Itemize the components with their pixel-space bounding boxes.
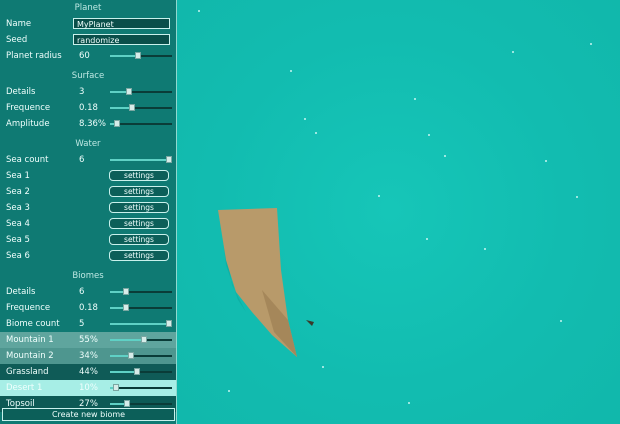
surface-details-value: 3 (79, 87, 85, 97)
biome-details-slider[interactable] (110, 288, 172, 295)
sea-settings-button[interactable]: settings (109, 170, 169, 181)
settings-panel: Planet Name MyPlanet Seed randomize Plan… (0, 0, 177, 424)
planet-radius-label: Planet radius (6, 51, 62, 61)
planet-name-row: Name MyPlanet (0, 16, 176, 32)
sea-count-value: 6 (79, 155, 85, 165)
seed-label: Seed (6, 35, 28, 45)
slider-thumb[interactable] (134, 368, 141, 375)
biome-frequence-slider[interactable] (110, 304, 172, 311)
biome-details-row: Details 6 (0, 284, 176, 300)
biome-details-label: Details (6, 287, 36, 297)
slider-thumb[interactable] (128, 352, 135, 359)
sea-count-slider[interactable] (110, 156, 172, 163)
biome-details-value: 6 (79, 287, 85, 297)
slider-thumb[interactable] (123, 400, 130, 407)
biome-item-row: Mountain 1 55% (0, 332, 176, 348)
slider-thumb[interactable] (122, 288, 129, 295)
biome-item-row: Desert 1 10% (0, 380, 176, 396)
biome-item-value: 34% (79, 351, 98, 361)
sea-row: Sea 3 settings (0, 200, 176, 216)
slider-thumb[interactable] (134, 52, 141, 59)
slider-thumb[interactable] (141, 336, 148, 343)
surface-frequence-row: Frequence 0.18 (0, 100, 176, 116)
biome-item-value: 44% (79, 367, 98, 377)
biome-item-slider[interactable] (110, 336, 172, 343)
biome-biome-count-row: Biome count 5 (0, 316, 176, 332)
planet-debris (306, 320, 314, 326)
seed-row: Seed randomize (0, 32, 176, 48)
surface-amplitude-label: Amplitude (6, 119, 50, 129)
biome-item-row: Mountain 2 34% (0, 348, 176, 364)
surface-frequence-slider[interactable] (110, 104, 172, 111)
slider-fill (110, 371, 138, 373)
sea-count-row: Sea count 6 (0, 152, 176, 168)
biome-biome-count-label: Biome count (6, 319, 60, 329)
sea-row: Sea 4 settings (0, 216, 176, 232)
sea-label: Sea 6 (6, 251, 30, 261)
biome-item-value: 55% (79, 335, 98, 345)
name-label: Name (6, 19, 32, 29)
biome-item-row: Grassland 44% (0, 364, 176, 380)
slider-fill (110, 159, 169, 161)
biome-biome-count-slider[interactable] (110, 320, 172, 327)
sea-row: Sea 6 settings (0, 248, 176, 264)
sea-row: Sea 1 settings (0, 168, 176, 184)
section-title-water: Water (75, 139, 101, 149)
sea-settings-button[interactable]: settings (109, 202, 169, 213)
slider-fill (110, 339, 145, 341)
slider-thumb[interactable] (165, 156, 172, 163)
planet-radius-slider[interactable] (110, 52, 172, 59)
planet-radius-row: Planet radius 60 (0, 48, 176, 64)
biome-frequence-row: Frequence 0.18 (0, 300, 176, 316)
slider-thumb[interactable] (128, 104, 135, 111)
sea-settings-button[interactable]: settings (109, 186, 169, 197)
biome-item-label: Mountain 2 (6, 351, 54, 361)
surface-amplitude-row: Amplitude 8.36% (0, 116, 176, 132)
slider-fill (110, 55, 138, 57)
planet-radius-value: 60 (79, 51, 90, 61)
biome-biome-count-value: 5 (79, 319, 85, 329)
biome-item-label: Grassland (6, 367, 49, 377)
create-new-biome-button[interactable]: Create new biome (2, 408, 175, 421)
biome-frequence-value: 0.18 (79, 303, 98, 313)
slider-thumb[interactable] (165, 320, 172, 327)
surface-amplitude-value: 8.36% (79, 119, 107, 129)
biome-item-slider[interactable] (110, 384, 172, 391)
biome-item-slider[interactable] (110, 400, 172, 407)
biome-frequence-label: Frequence (6, 303, 51, 313)
planet-name-input[interactable]: MyPlanet (73, 18, 170, 29)
sea-settings-button[interactable]: settings (109, 234, 169, 245)
surface-details-row: Details 3 (0, 84, 176, 100)
sea-settings-button[interactable]: settings (109, 250, 169, 261)
surface-details-slider[interactable] (110, 88, 172, 95)
sea-label: Sea 1 (6, 171, 30, 181)
sea-label: Sea 5 (6, 235, 30, 245)
sea-label: Sea 3 (6, 203, 30, 213)
sea-settings-button[interactable]: settings (109, 218, 169, 229)
sea-label: Sea 4 (6, 219, 30, 229)
slider-fill (110, 323, 169, 325)
slider-thumb[interactable] (113, 384, 120, 391)
sea-label: Sea 2 (6, 187, 30, 197)
surface-details-label: Details (6, 87, 36, 97)
biome-item-value: 10% (79, 383, 98, 393)
slider-thumb[interactable] (122, 304, 129, 311)
surface-frequence-value: 0.18 (79, 103, 98, 113)
sea-row: Sea 5 settings (0, 232, 176, 248)
section-title-biomes: Biomes (72, 271, 104, 281)
sea-count-label: Sea count (6, 155, 49, 165)
biome-item-label: Desert 1 (6, 383, 43, 393)
surface-amplitude-slider[interactable] (110, 120, 172, 127)
biome-item-slider[interactable] (110, 352, 172, 359)
sea-row: Sea 2 settings (0, 184, 176, 200)
surface-frequence-label: Frequence (6, 103, 51, 113)
biome-item-label: Mountain 1 (6, 335, 54, 345)
section-title-surface: Surface (71, 71, 105, 81)
section-title-planet: Planet (74, 3, 102, 13)
slider-thumb[interactable] (114, 120, 121, 127)
biome-item-slider[interactable] (110, 368, 172, 375)
seed-input[interactable]: randomize (73, 34, 170, 45)
slider-thumb[interactable] (125, 88, 132, 95)
